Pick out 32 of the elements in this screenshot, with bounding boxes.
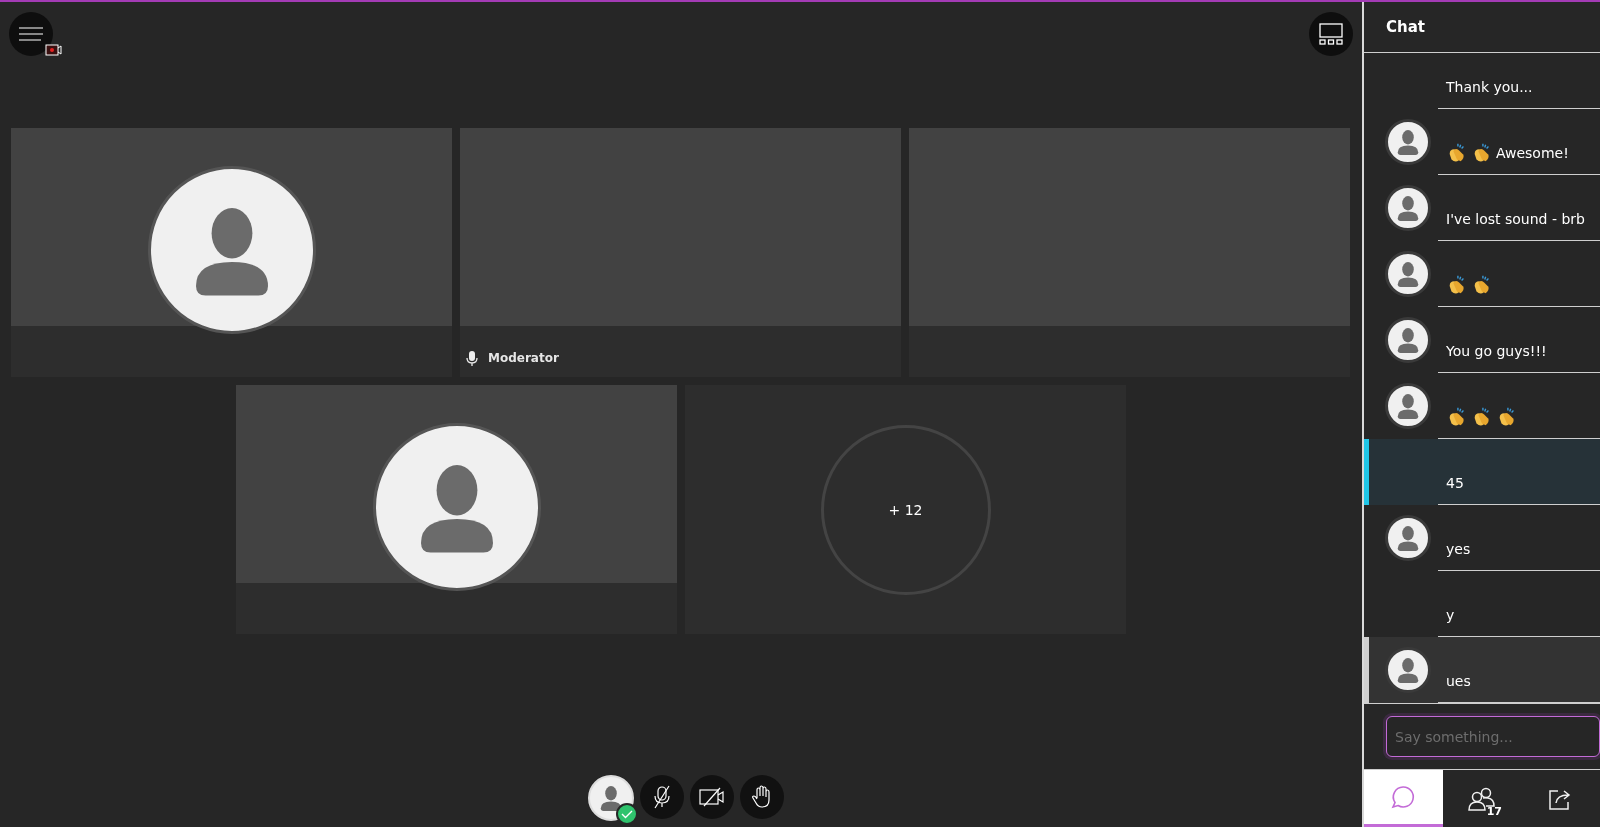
chat-message[interactable]: yes: [1364, 505, 1600, 571]
chat-message[interactable]: You go guys!!!: [1364, 307, 1600, 373]
hand-icon: [751, 785, 773, 809]
message-text: yes: [1446, 540, 1471, 559]
chat-message[interactable]: Awesome!: [1364, 109, 1600, 175]
chat-message[interactable]: 45: [1364, 439, 1600, 505]
message-text: 45: [1446, 474, 1464, 493]
layout-icon: [1319, 23, 1343, 45]
message-text: y: [1446, 606, 1455, 625]
message-text: Thank you...: [1446, 78, 1533, 97]
message-text: Awesome!: [1496, 144, 1569, 163]
chat-title: Chat: [1386, 16, 1425, 38]
message-text: ues: [1446, 672, 1471, 691]
participant-count: 17: [1486, 804, 1502, 820]
participant-name: Moderator: [488, 350, 559, 367]
menu-icon: [18, 27, 44, 41]
chat-message[interactable]: I've lost sound - brb: [1364, 175, 1600, 241]
chat-message[interactable]: Thank you...: [1364, 53, 1600, 109]
camera-off-icon: [699, 787, 725, 807]
chat-message[interactable]: ues: [1364, 637, 1600, 703]
more-participants[interactable]: + 12: [820, 425, 991, 595]
camera-button[interactable]: [690, 775, 734, 819]
layout-button[interactable]: [1309, 12, 1353, 56]
chat-tab[interactable]: [1364, 770, 1443, 827]
speech-bubble-icon: [1390, 784, 1417, 810]
menu-button[interactable]: [9, 12, 53, 56]
raise-hand-button[interactable]: [740, 775, 784, 819]
muted-microphone-icon: [651, 785, 673, 809]
message-input[interactable]: Say something...: [1386, 716, 1600, 757]
message-text: You go guys!!!: [1446, 342, 1547, 361]
microphone-button[interactable]: [640, 775, 684, 819]
message-text: I've lost sound - brb: [1446, 210, 1585, 229]
